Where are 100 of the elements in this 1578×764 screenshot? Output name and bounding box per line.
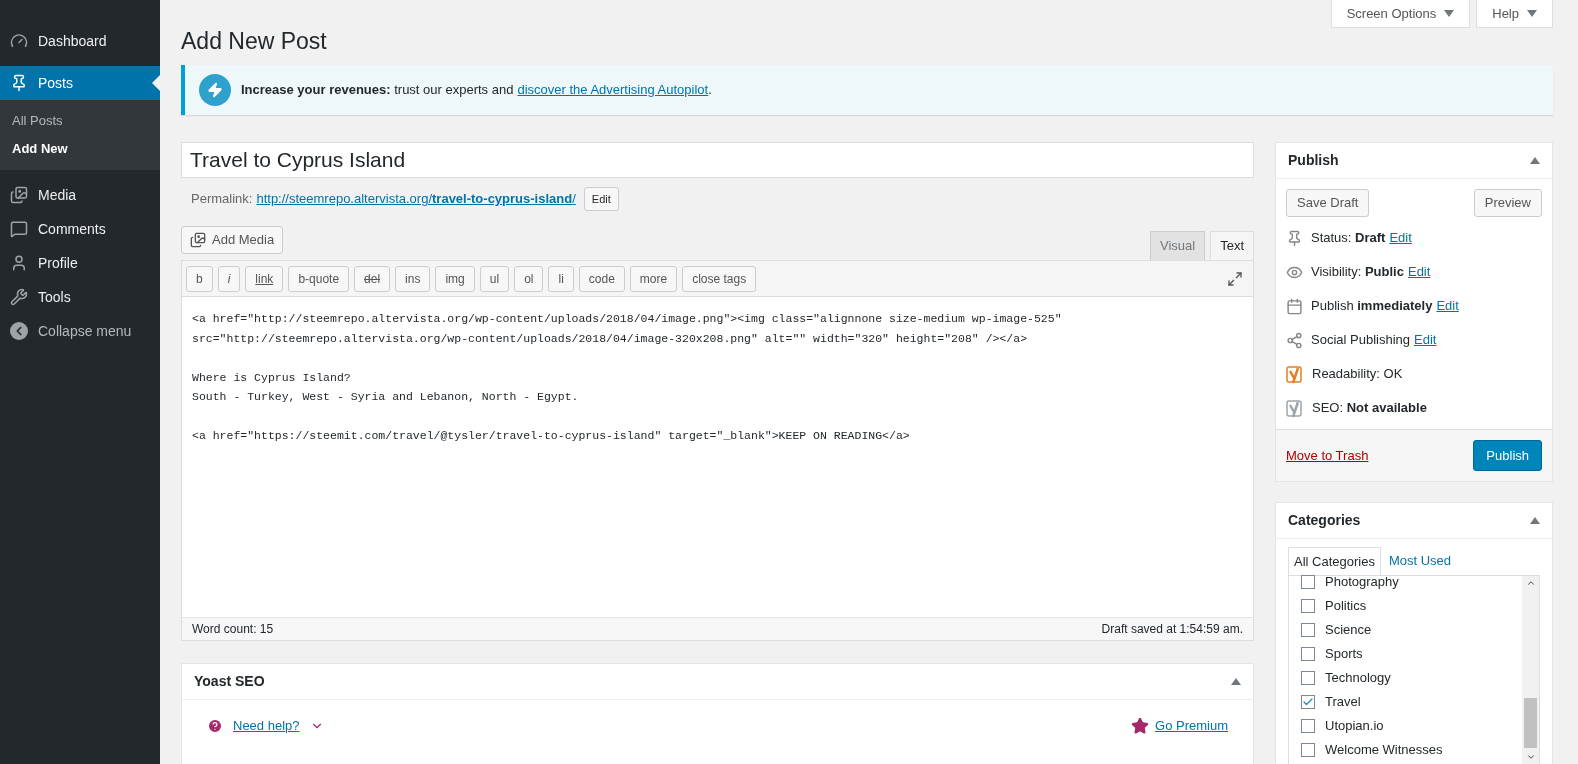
- preview-button[interactable]: Preview: [1473, 189, 1542, 217]
- code-line: South - Turkey, West - Syria and Lebanon, North - Egypt.: [192, 389, 580, 405]
- editor-tab[interactable]: Text: [1210, 231, 1254, 260]
- edit-link[interactable]: Edit: [1407, 262, 1431, 282]
- permalink-link[interactable]: http://steemrepo.altervista.org/travel-to-cyprus-island/: [256, 189, 576, 209]
- panel-title: Categories: [1288, 511, 1361, 530]
- quicktag-button[interactable]: b-quote: [288, 265, 350, 292]
- notice-punctuation: .: [708, 82, 712, 98]
- collapse-arrow-icon: [1530, 157, 1540, 164]
- publish-setting: Visibility: Public: [1311, 263, 1404, 282]
- user-icon: [10, 254, 28, 272]
- category-label: Science: [1325, 621, 1372, 640]
- category-label: Sports: [1325, 645, 1363, 664]
- top-tab-button[interactable]: Help: [1476, 0, 1553, 28]
- category-label: Welcome Witnesses: [1325, 741, 1443, 760]
- pin-icon: [1286, 229, 1303, 247]
- panel-title: Publish: [1288, 151, 1339, 170]
- checkbox[interactable]: [1301, 695, 1315, 709]
- wrench-icon: [10, 288, 28, 306]
- quicktag-button[interactable]: ol: [514, 265, 544, 292]
- top-tab-button[interactable]: Screen Options: [1330, 0, 1471, 28]
- add-media-button[interactable]: Add Media: [181, 226, 284, 254]
- share-icon: [1286, 331, 1303, 349]
- quicktag-button[interactable]: close tags: [682, 265, 757, 292]
- edit-link[interactable]: Edit: [1436, 296, 1459, 316]
- panel-title: Yoast SEO: [194, 672, 265, 691]
- edit-link[interactable]: Edit: [1389, 228, 1412, 248]
- notice-text: Increase your revenues: trust our experts and: [241, 81, 514, 100]
- category-label: Travel: [1325, 693, 1361, 712]
- scrollbar[interactable]: [1522, 576, 1539, 764]
- publish-setting: Readability: OK: [1312, 365, 1403, 384]
- menu-item[interactable]: Posts: [0, 66, 160, 100]
- post-title-field[interactable]: Travel to Cyprus Island: [181, 142, 1254, 178]
- code-line: Where is Cyprus Island?: [192, 369, 352, 386]
- category-tab[interactable]: All Categories: [1288, 547, 1381, 575]
- scroll-thumb[interactable]: [1524, 698, 1537, 748]
- menu-item[interactable]: Profile: [0, 246, 160, 280]
- fullscreen-icon[interactable]: [1227, 270, 1243, 287]
- checkbox[interactable]: [1301, 743, 1315, 757]
- category-label: Photography: [1325, 573, 1399, 592]
- code-line: <a href="https://steemit.com/travel/@tysler/travel-to-cyprus-island" target="_blank">KEEP ON READING</a>: [192, 428, 911, 444]
- checkbox[interactable]: [1301, 575, 1315, 589]
- publish-setting: Social Publishing: [1311, 331, 1410, 350]
- help-link[interactable]: Need help?: [233, 716, 300, 736]
- quicktag-button[interactable]: more: [629, 265, 678, 292]
- calendar-icon: [1286, 297, 1303, 315]
- publish-setting: Publish immediately: [1311, 297, 1433, 316]
- speech-bubble-icon: [10, 220, 28, 238]
- current-page-pointer: [152, 75, 160, 91]
- collapse-arrow-icon: [1530, 517, 1540, 524]
- permalink-edit-button[interactable]: Edit: [583, 187, 619, 211]
- permalink-label: Permalink:: [191, 190, 253, 209]
- draft-saved-text: Draft saved at 1:54:59 am.: [1101, 621, 1243, 638]
- trash-link[interactable]: Move to Trash: [1286, 445, 1369, 466]
- lightning-icon: [199, 74, 231, 106]
- checkbox[interactable]: [1301, 623, 1315, 637]
- dropdown-arrow-icon: [1444, 10, 1455, 17]
- menu-item[interactable]: Media: [0, 178, 160, 212]
- scroll-up-icon[interactable]: [1525, 578, 1536, 588]
- menu-item[interactable]: Comments: [0, 212, 160, 246]
- menu-item[interactable]: Tools: [0, 280, 160, 314]
- quicktag-button[interactable]: ins: [395, 265, 431, 292]
- menu-item[interactable]: Collapse menu: [0, 314, 160, 348]
- quicktag-button[interactable]: li: [548, 265, 574, 292]
- yoast-icon: [1286, 364, 1304, 384]
- collapse-arrow-icon: [1231, 678, 1241, 685]
- pin-icon: [10, 74, 28, 92]
- quicktag-button[interactable]: ul: [479, 265, 510, 292]
- quicktag-button[interactable]: i: [217, 265, 241, 292]
- submenu-item[interactable]: All Posts: [0, 107, 160, 135]
- yoast-icon: [1286, 398, 1304, 418]
- checkbox[interactable]: [1301, 599, 1315, 613]
- quicktag-button[interactable]: del: [354, 265, 391, 292]
- quicktag-button[interactable]: link: [245, 265, 284, 292]
- word-count: Word count: 15: [192, 621, 274, 638]
- edit-link[interactable]: Edit: [1414, 330, 1437, 350]
- star-icon: [1131, 716, 1150, 735]
- premium-link[interactable]: Go Premium: [1155, 716, 1228, 736]
- code-line: src="http://steemrepo.altervista.org/wp-content/uploads/2018/04/image-320x208.png" alt="" width="320" height="208" /></a>: [192, 330, 1029, 347]
- checkbox[interactable]: [1301, 671, 1315, 685]
- submenu-item[interactable]: Add New: [0, 135, 160, 163]
- images-icon: [10, 186, 28, 204]
- dropdown-arrow-icon: [1527, 10, 1537, 17]
- checkbox[interactable]: [1301, 719, 1315, 733]
- editor-tab[interactable]: Visual: [1149, 231, 1206, 260]
- category-label: Politics: [1325, 597, 1367, 616]
- quicktag-button[interactable]: img: [435, 265, 475, 292]
- page-title: Add New Post: [181, 27, 328, 55]
- save-draft-button[interactable]: Save Draft: [1286, 189, 1370, 217]
- quicktag-button[interactable]: code: [578, 265, 625, 292]
- scroll-down-icon[interactable]: [1525, 752, 1536, 762]
- collapse-icon: [10, 322, 28, 340]
- menu-item[interactable]: Dashboard: [0, 24, 160, 58]
- checkbox[interactable]: [1301, 647, 1315, 661]
- category-tab[interactable]: Most Used: [1380, 547, 1460, 575]
- publish-button[interactable]: Publish: [1473, 440, 1542, 471]
- category-label: Technology: [1325, 669, 1391, 688]
- images-icon: [190, 232, 206, 248]
- quicktag-button[interactable]: b: [186, 265, 213, 292]
- gauge-icon: [10, 32, 28, 50]
